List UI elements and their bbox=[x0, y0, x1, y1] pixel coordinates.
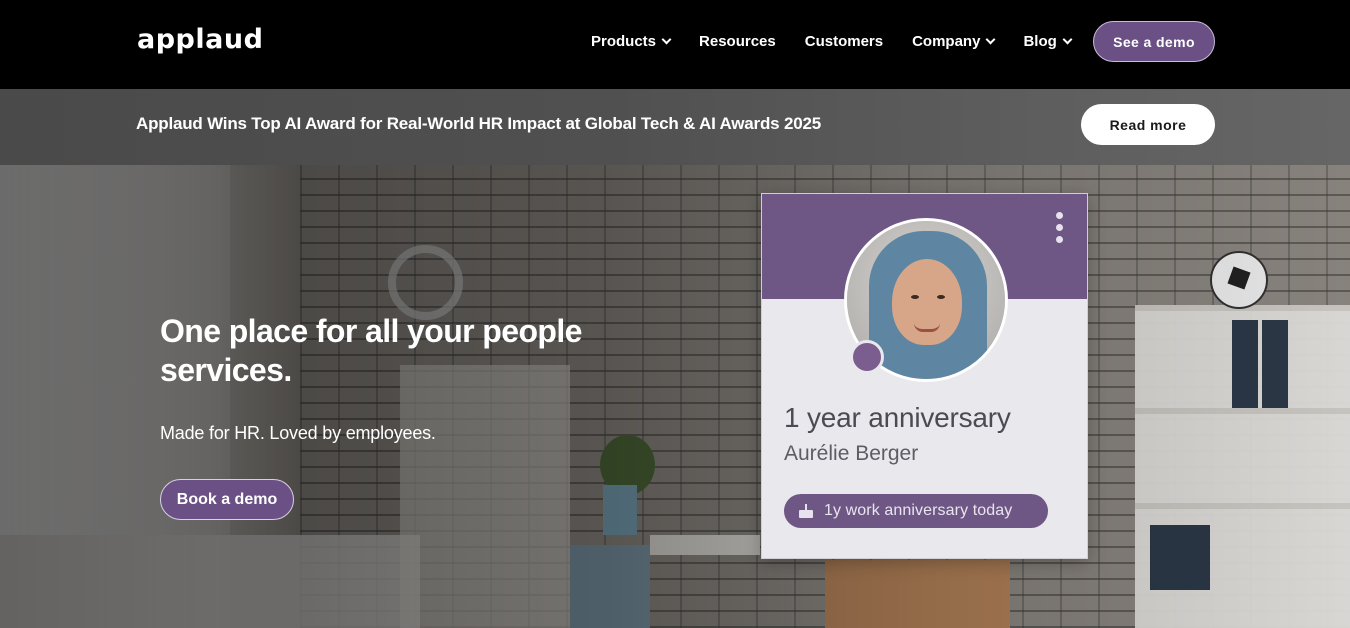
announcement-banner: Applaud Wins Top AI Award for Real-World… bbox=[0, 89, 1350, 165]
nav-item-resources[interactable]: Resources bbox=[699, 30, 776, 52]
chevron-down-icon bbox=[661, 34, 672, 44]
nav-item-label: Customers bbox=[804, 32, 884, 50]
hero-title: One place for all your people services. bbox=[160, 313, 582, 388]
status-dot bbox=[850, 340, 884, 374]
nav-item-label: Products bbox=[591, 32, 657, 50]
employee-name: Aurélie Berger bbox=[784, 442, 919, 465]
nav-item-label: Blog bbox=[1023, 32, 1057, 50]
nav-item-label: Resources bbox=[699, 32, 776, 50]
nav-links: Products Resources Customers Company Blo… bbox=[591, 30, 1073, 52]
nav-item-company[interactable]: Company bbox=[912, 30, 996, 52]
anniversary-card: 1 year anniversary Aurélie Berger 1y wor… bbox=[761, 193, 1088, 559]
see-demo-button[interactable]: See a demo bbox=[1093, 21, 1215, 62]
chevron-down-icon bbox=[985, 34, 996, 44]
hero-overlay bbox=[0, 165, 1350, 628]
nav-item-blog[interactable]: Blog bbox=[1023, 30, 1073, 52]
nav-item-products[interactable]: Products bbox=[591, 30, 672, 52]
anniversary-pill: 1y work anniversary today bbox=[784, 494, 1048, 528]
anniversary-title: 1 year anniversary bbox=[784, 402, 1011, 433]
cake-icon bbox=[798, 503, 814, 519]
hero-subtitle: Made for HR. Loved by employees. bbox=[160, 423, 436, 443]
top-nav: applaud Products Resources Customers Com… bbox=[0, 0, 1350, 89]
announcement-text: Applaud Wins Top AI Award for Real-World… bbox=[136, 114, 821, 133]
nav-item-label: Company bbox=[912, 32, 981, 50]
anniversary-pill-text: 1y work anniversary today bbox=[824, 502, 1013, 519]
read-more-button[interactable]: Read more bbox=[1081, 104, 1215, 145]
book-demo-button[interactable]: Book a demo bbox=[160, 479, 294, 520]
chevron-down-icon bbox=[1062, 34, 1073, 44]
hero-section: One place for all your people services. … bbox=[0, 165, 1350, 628]
more-vertical-icon[interactable] bbox=[1054, 212, 1064, 248]
applaud-logo[interactable]: applaud bbox=[137, 24, 263, 55]
nav-item-customers[interactable]: Customers bbox=[805, 30, 883, 52]
